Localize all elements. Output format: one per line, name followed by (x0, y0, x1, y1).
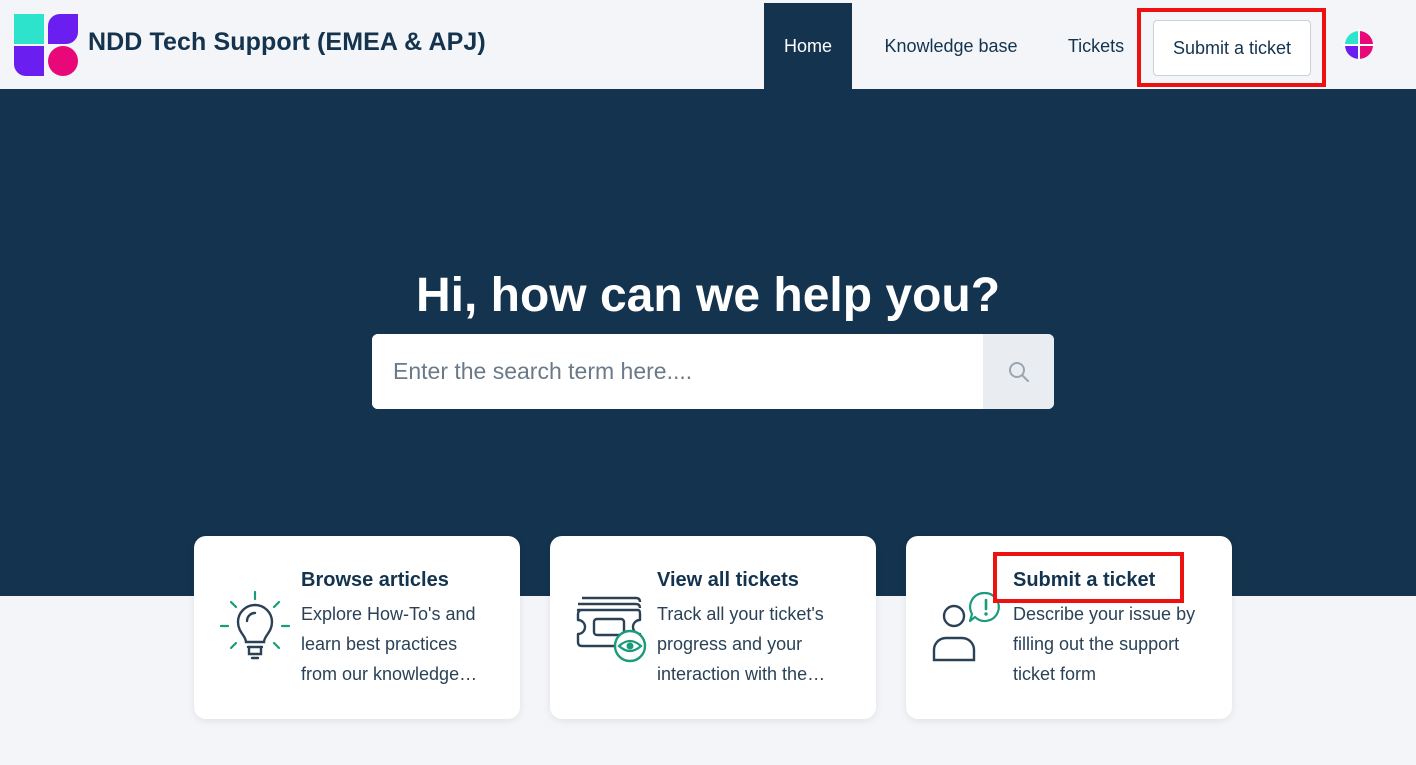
submit-ticket-card[interactable]: Submit a ticket Describe your issue by f… (906, 536, 1232, 719)
nav-tickets[interactable]: Tickets (1056, 3, 1136, 89)
card-description: Explore How-To's and learn best practice… (301, 604, 476, 684)
card-title: View all tickets (657, 569, 799, 591)
card-description: Track all your ticket's progress and you… (657, 604, 824, 684)
search-input[interactable] (372, 334, 983, 409)
submit-ticket-button[interactable]: Submit a ticket (1153, 20, 1311, 76)
site-header: NDD Tech Support (EMEA & APJ) Home Knowl… (0, 0, 1416, 89)
tickets-view-icon (576, 596, 647, 663)
user-alert-icon (932, 591, 1000, 662)
search-button[interactable] (983, 334, 1054, 409)
search-bar (372, 334, 1054, 409)
hero-title: Hi, how can we help you? (415, 269, 1001, 322)
search-icon (1008, 361, 1029, 382)
view-tickets-card[interactable]: View all tickets Track all your ticket's… (550, 536, 876, 719)
card-title: Submit a ticket (1013, 569, 1156, 591)
lightbulb-icon (219, 590, 291, 660)
card-description: Describe your issue by filling out the s… (1013, 604, 1196, 684)
browse-articles-card[interactable]: Browse articles Explore How-To's and lea… (194, 536, 520, 719)
nav-knowledge-base[interactable]: Knowledge base (872, 3, 1030, 89)
nav-home[interactable]: Home (764, 3, 852, 89)
brand-logo[interactable] (14, 14, 78, 76)
user-avatar-icon[interactable] (1340, 26, 1378, 64)
brand-title[interactable]: NDD Tech Support (EMEA & APJ) (88, 28, 486, 57)
card-title: Browse articles (301, 569, 449, 591)
